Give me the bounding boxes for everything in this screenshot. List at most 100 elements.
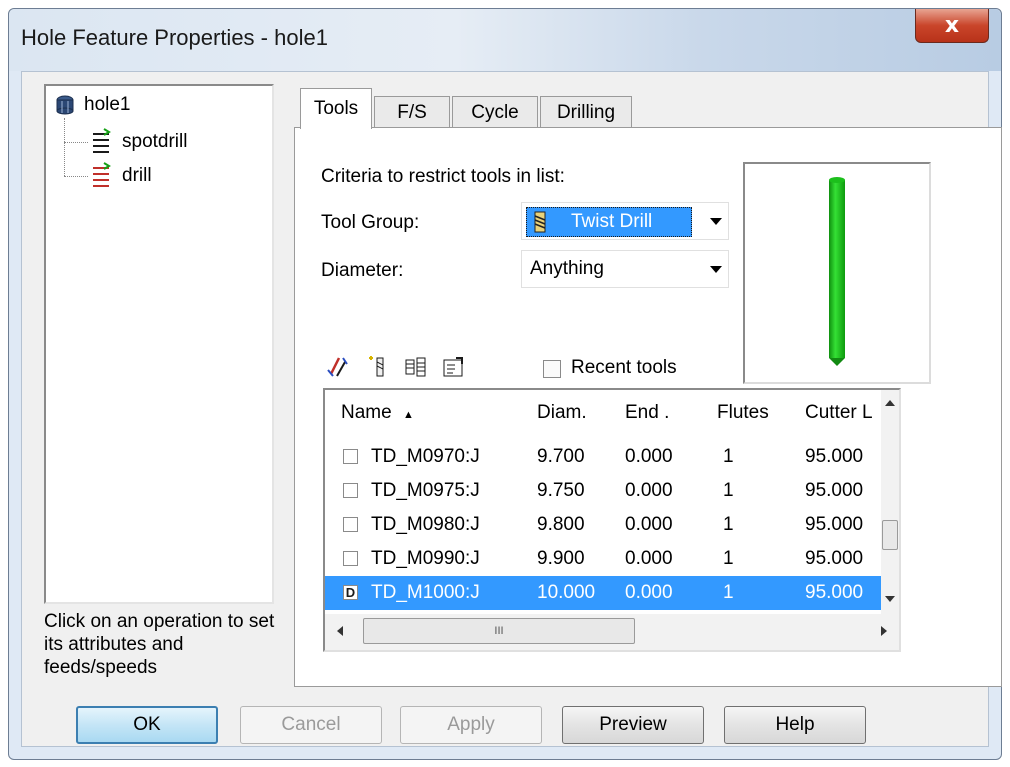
scroll-left-icon[interactable] — [337, 626, 343, 636]
tree-item-hole1[interactable]: hole1 — [54, 94, 131, 116]
ok-button-label: OK — [133, 714, 161, 735]
horizontal-scrollbar[interactable]: III — [325, 614, 899, 650]
cell-cutter-length: 95.000 — [805, 446, 864, 467]
window-title: Hole Feature Properties - hole1 — [21, 25, 328, 50]
close-button[interactable]: x — [915, 9, 989, 43]
close-icon: x — [944, 13, 960, 38]
criteria-label: Criteria to restrict tools in list: — [321, 166, 565, 187]
tool-properties-icon[interactable] — [441, 354, 467, 380]
tree-connector — [64, 118, 65, 176]
tab-fs[interactable]: F/S — [374, 96, 450, 128]
table-row[interactable]: TD_M0975:J 9.750 0.000 1 95.000 — [325, 474, 885, 508]
table-row[interactable]: TD_M0970:J 9.700 0.000 1 95.000 — [325, 440, 885, 474]
tool-list[interactable]: Name ▲ Diam. End . Flutes Cutter L TD_M0… — [323, 388, 901, 652]
vertical-scrollbar[interactable] — [881, 390, 899, 616]
tab-cycle[interactable]: Cycle — [452, 96, 538, 128]
row-marker — [343, 517, 358, 532]
tool-group-select[interactable]: Twist Drill — [521, 202, 729, 240]
drill-preview-graphic — [829, 177, 845, 366]
cylinder-icon — [56, 95, 74, 115]
chevron-down-icon[interactable] — [710, 266, 722, 273]
cell-name: TD_M0990:J — [371, 548, 480, 569]
tab-drilling[interactable]: Drilling — [540, 96, 632, 128]
row-marker: D — [343, 585, 358, 600]
tab-label: F/S — [397, 101, 427, 123]
preview-button[interactable]: Preview — [562, 706, 704, 744]
tool-preview — [743, 162, 931, 384]
cell-end: 0.000 — [625, 548, 673, 569]
column-header-name[interactable]: Name ▲ — [341, 402, 414, 424]
row-marker — [343, 551, 358, 566]
cell-flutes: 1 — [723, 514, 734, 535]
diameter-value: Anything — [530, 258, 604, 279]
tree-connector — [64, 142, 88, 143]
scroll-grip: III — [494, 625, 504, 637]
tab-tools[interactable]: Tools — [300, 88, 372, 129]
cell-flutes: 1 — [723, 582, 734, 603]
table-row-selected[interactable]: D TD_M1000:J 10.000 0.000 1 95.000 — [325, 576, 885, 610]
vertical-scroll-thumb[interactable] — [882, 520, 898, 550]
diameter-select[interactable]: Anything — [521, 250, 729, 288]
scroll-up-icon[interactable] — [885, 400, 895, 406]
tree-connector — [64, 176, 88, 177]
scroll-right-icon[interactable] — [881, 626, 887, 636]
cancel-button-label: Cancel — [281, 714, 341, 735]
column-header-diam[interactable]: Diam. — [537, 402, 587, 424]
tool-group-value: Twist Drill — [571, 211, 653, 232]
dialog-client: hole1 spotdrill drill Click on an operat… — [21, 71, 1002, 747]
chevron-down-icon[interactable] — [710, 218, 722, 225]
diameter-label: Diameter: — [321, 260, 404, 281]
cell-name: TD_M1000:J — [371, 582, 480, 603]
table-row[interactable]: TD_M0990:J 9.900 0.000 1 95.000 — [325, 542, 885, 576]
dialog-window: Hole Feature Properties - hole1 x hole1 — [8, 8, 1002, 760]
sort-ascending-icon: ▲ — [402, 409, 414, 421]
ok-button[interactable]: OK — [76, 706, 218, 744]
column-header-cutter-length[interactable]: Cutter L — [805, 402, 873, 424]
cell-diam: 9.800 — [537, 514, 585, 535]
cell-diam: 9.700 — [537, 446, 585, 467]
cell-end: 0.000 — [625, 582, 673, 603]
swap-tool-icon[interactable] — [325, 354, 351, 380]
column-header-label: Name — [341, 402, 392, 423]
cell-cutter-length: 95.000 — [805, 480, 864, 501]
cell-flutes: 1 — [723, 548, 734, 569]
tool-group-label: Tool Group: — [321, 212, 420, 233]
scroll-down-icon[interactable] — [885, 596, 895, 602]
cell-cutter-length: 95.000 — [805, 548, 864, 569]
cell-flutes: 1 — [723, 480, 734, 501]
column-header-flutes[interactable]: Flutes — [717, 402, 769, 424]
cell-flutes: 1 — [723, 446, 734, 467]
cell-end: 0.000 — [625, 480, 673, 501]
hint-text: Click on an operation to set its attribu… — [44, 611, 275, 678]
help-button[interactable]: Help — [724, 706, 866, 744]
tool-group-selected: Twist Drill — [526, 207, 692, 237]
cell-diam: 9.750 — [537, 480, 585, 501]
cell-diam: 10.000 — [537, 582, 596, 603]
preview-button-label: Preview — [599, 714, 667, 735]
horizontal-scroll-thumb[interactable]: III — [363, 618, 635, 644]
cell-end: 0.000 — [625, 446, 673, 467]
new-tool-icon[interactable] — [365, 354, 391, 380]
cell-name: TD_M0970:J — [371, 446, 480, 467]
tool-library-icon[interactable] — [403, 354, 429, 380]
tab-label: Tools — [313, 98, 359, 119]
column-header-end[interactable]: End . — [625, 402, 669, 424]
table-row[interactable]: TD_M0980:J 9.800 0.000 1 95.000 — [325, 508, 885, 542]
drill-icon — [93, 162, 111, 187]
apply-button-label: Apply — [447, 714, 495, 735]
recent-tools-label: Recent tools — [571, 357, 677, 378]
tree-item-spotdrill[interactable]: spotdrill — [90, 128, 187, 156]
row-marker — [343, 449, 358, 464]
cancel-button[interactable]: Cancel — [240, 706, 382, 744]
title-bar[interactable]: Hole Feature Properties - hole1 x — [9, 9, 1001, 71]
apply-button[interactable]: Apply — [400, 706, 542, 744]
tab-label: Cycle — [471, 101, 519, 123]
cell-end: 0.000 — [625, 514, 673, 535]
tree-item-drill[interactable]: drill — [90, 162, 152, 190]
recent-tools-checkbox[interactable] — [543, 360, 561, 378]
spotdrill-icon — [93, 128, 111, 153]
cell-diam: 9.900 — [537, 548, 585, 569]
operation-tree[interactable]: hole1 spotdrill drill — [44, 84, 274, 604]
row-marker — [343, 483, 358, 498]
twist-drill-icon — [534, 211, 546, 233]
